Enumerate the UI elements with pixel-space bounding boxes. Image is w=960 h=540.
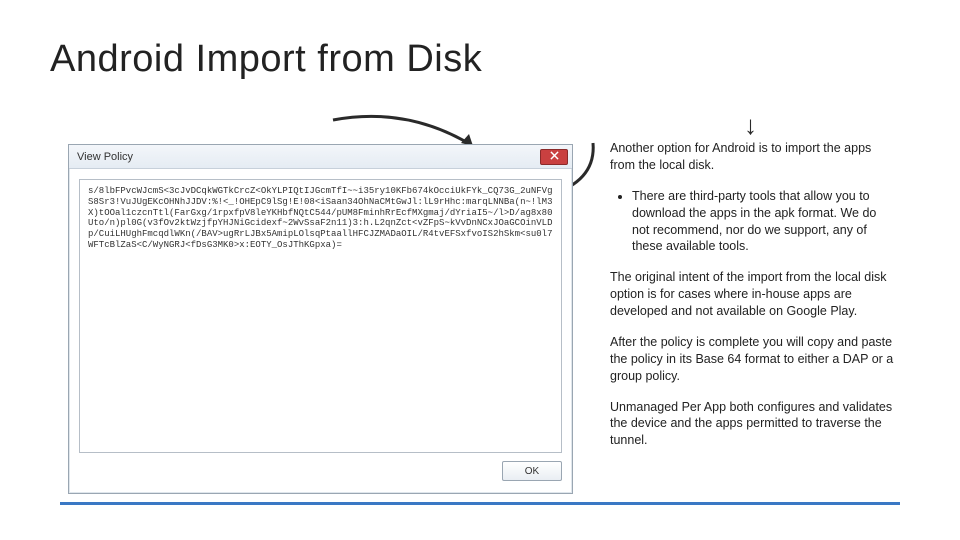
dialog-body: s/8lbFPvcWJcmS<3cJvDCqkWGTkCrcZ<OkYLPIQt… — [69, 169, 572, 493]
view-policy-dialog: View Policy s/8lbFPvcWJcmS<3cJvDCqkWGTkC… — [68, 144, 573, 494]
paragraph: After the policy is complete you will co… — [610, 334, 894, 385]
page-title: Android Import from Disk — [50, 38, 482, 81]
bullet-list: There are third-party tools that allow y… — [610, 188, 894, 256]
dialog-footer: OK — [79, 453, 562, 483]
list-item: There are third-party tools that allow y… — [632, 188, 894, 256]
paragraph: The original intent of the import from t… — [610, 269, 894, 320]
close-icon — [550, 151, 559, 163]
paragraph: Another option for Android is to import … — [610, 140, 894, 174]
left-panel: View Policy s/8lbFPvcWJcmS<3cJvDCqkWGTkC… — [60, 106, 590, 501]
right-panel: Another option for Android is to import … — [590, 106, 900, 501]
content-area: View Policy s/8lbFPvcWJcmS<3cJvDCqkWGTkC… — [60, 106, 900, 501]
columns: View Policy s/8lbFPvcWJcmS<3cJvDCqkWGTkC… — [60, 106, 900, 501]
paragraph: Unmanaged Per App both configures and va… — [610, 399, 894, 450]
dialog-title: View Policy — [77, 151, 133, 163]
close-button[interactable] — [540, 149, 568, 165]
policy-textarea[interactable]: s/8lbFPvcWJcmS<3cJvDCqkWGTkCrcZ<OkYLPIQt… — [79, 179, 562, 453]
dialog-titlebar: View Policy — [69, 145, 572, 169]
ok-button[interactable]: OK — [502, 461, 562, 481]
slide: Android Import from Disk ↓ View Policy — [0, 0, 960, 540]
accent-bar — [60, 502, 900, 505]
